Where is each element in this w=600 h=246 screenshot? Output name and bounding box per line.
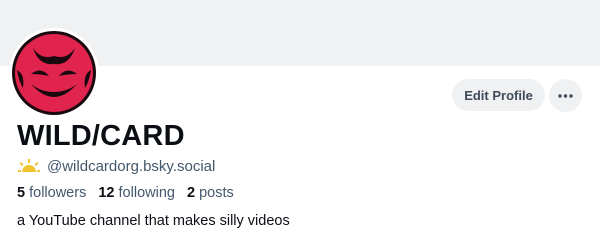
grinning-red-face-avatar [12,31,96,115]
profile-handle[interactable]: @wildcardorg.bsky.social [47,158,215,175]
following-count: 12 [98,185,115,201]
display-name: WILD/CARD [17,120,185,152]
handle-row: @wildcardorg.bsky.social [18,156,215,176]
posts-stat: 2 posts [187,185,234,201]
profile-avatar[interactable] [9,28,99,118]
following-link[interactable]: 12 following [98,185,175,201]
edit-profile-button[interactable]: Edit Profile [452,79,545,111]
profile-stats: 5 followers 12 following 2 posts [17,185,234,201]
followers-link[interactable]: 5 followers [17,185,86,201]
more-options-button[interactable] [549,79,582,112]
posts-count: 2 [186,185,196,201]
more-horizontal-icon [558,93,573,98]
profile-bio: a YouTube channel that makes silly video… [17,213,290,229]
sun-rays-icon [18,159,40,172]
followers-count: 5 [17,185,26,201]
following-label: following [118,185,175,201]
posts-label: posts [199,185,234,201]
followers-label: followers [29,185,87,201]
